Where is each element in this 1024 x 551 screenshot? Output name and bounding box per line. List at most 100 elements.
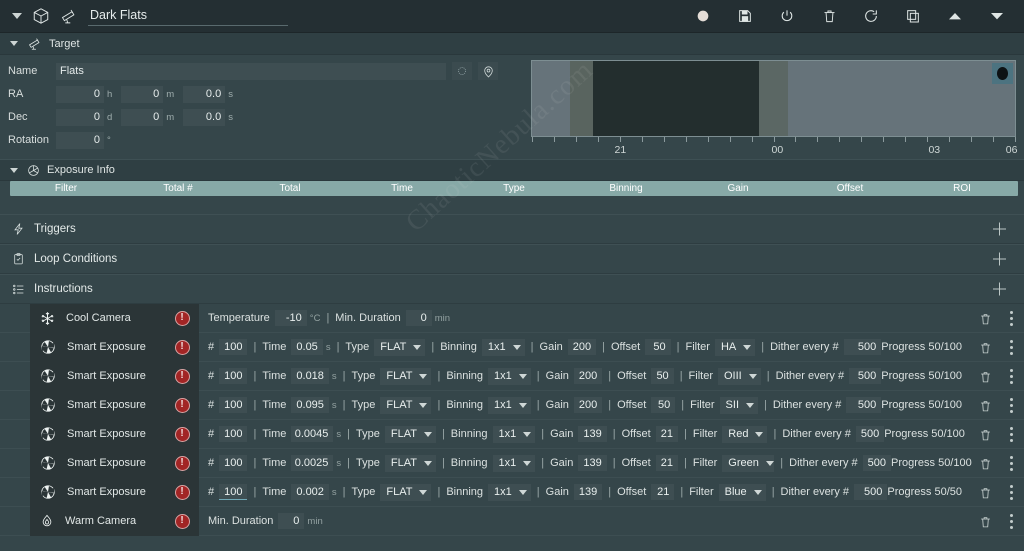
binning-select[interactable]: 1x1 — [488, 483, 531, 501]
gain-input[interactable]: 200 — [567, 339, 597, 355]
image-type-select[interactable]: FLAT — [380, 483, 432, 501]
gain-input[interactable]: 200 — [573, 368, 603, 384]
offset-input[interactable]: 50 — [645, 339, 671, 355]
warning-icon[interactable]: ! — [174, 397, 190, 413]
altitude-timeline-chart[interactable]: 21 00 03 06 — [531, 60, 1017, 156]
filter-select[interactable]: HA — [714, 338, 756, 356]
ra-hours-input[interactable]: 0 — [56, 85, 104, 103]
warning-icon[interactable]: ! — [174, 368, 190, 384]
instruction-menu-button[interactable] — [1010, 514, 1014, 530]
exposure-column-header[interactable]: Total — [234, 183, 346, 194]
collapse-up-icon[interactable] — [946, 7, 964, 25]
chevron-down-icon[interactable] — [512, 344, 521, 350]
exposure-column-header[interactable]: Filter — [10, 183, 122, 194]
instruction-menu-button[interactable] — [1010, 485, 1014, 501]
binning-select[interactable]: 1x1 — [492, 454, 536, 472]
instruction-menu-button[interactable] — [1010, 369, 1014, 385]
loop-conditions-section[interactable]: Loop Conditions — [0, 244, 1024, 274]
dither-input[interactable]: 500 — [855, 426, 885, 442]
expand-down-icon[interactable] — [988, 7, 1006, 25]
chevron-down-icon[interactable] — [748, 373, 757, 379]
exposure-time-input[interactable]: 0.095 — [291, 397, 329, 413]
delete-instruction-button[interactable] — [979, 312, 992, 326]
trash-icon[interactable] — [820, 7, 838, 25]
chevron-down-icon[interactable] — [419, 373, 428, 379]
instruction-menu-button[interactable] — [1010, 340, 1014, 356]
instructions-section[interactable]: Instructions — [0, 274, 1024, 304]
search-target-button[interactable] — [452, 62, 472, 80]
delete-instruction-button[interactable] — [979, 370, 992, 384]
instruction-row[interactable]: Smart Exposure! #100 | Time 0.002 s | Type FLAT |… — [0, 477, 1024, 507]
binning-select[interactable]: 1x1 — [488, 367, 531, 385]
dither-input[interactable]: 500 — [862, 455, 891, 471]
dither-input[interactable]: 500 — [849, 368, 882, 384]
image-type-select[interactable]: FLAT — [380, 396, 432, 414]
exposure-time-input[interactable]: 0.0025 — [291, 455, 334, 471]
chevron-down-icon[interactable] — [523, 460, 532, 466]
exposure-column-header[interactable]: Time — [346, 183, 458, 194]
offset-input[interactable]: 21 — [655, 455, 678, 471]
rotation-input[interactable]: 0 — [56, 131, 104, 149]
field-input[interactable]: -10 — [274, 310, 307, 326]
exposure-count-input[interactable]: 100 — [219, 368, 248, 384]
warning-icon[interactable]: ! — [174, 484, 190, 500]
ra-minutes-input[interactable]: 0 — [121, 85, 164, 103]
reset-icon[interactable] — [862, 7, 880, 25]
chevron-down-icon[interactable] — [518, 402, 527, 408]
exposure-column-header[interactable]: Type — [458, 183, 570, 194]
instruction-menu-button[interactable] — [1010, 311, 1014, 327]
offset-input[interactable]: 21 — [655, 426, 678, 442]
exposure-count-input[interactable]: 100 — [219, 455, 248, 471]
chevron-down-icon[interactable] — [765, 460, 774, 466]
offset-input[interactable]: 50 — [651, 368, 674, 384]
offset-input[interactable]: 21 — [651, 484, 675, 500]
exposure-column-header[interactable]: Gain — [682, 183, 794, 194]
target-section-header[interactable]: Target — [0, 33, 1024, 55]
filter-select[interactable]: Green — [722, 454, 775, 472]
warning-icon[interactable]: ! — [174, 426, 190, 442]
power-icon[interactable] — [778, 7, 796, 25]
warning-icon[interactable]: ! — [174, 513, 190, 529]
chevron-down-icon[interactable] — [755, 431, 764, 437]
filter-select[interactable]: OIII — [718, 367, 761, 385]
binning-select[interactable]: 1x1 — [488, 396, 531, 414]
instruction-row[interactable]: Smart Exposure! #100 | Time 0.0025 s | Type FLAT… — [0, 448, 1024, 478]
chevron-down-icon[interactable] — [743, 344, 752, 350]
filter-select[interactable]: Blue — [718, 483, 766, 501]
chevron-down-icon[interactable] — [746, 402, 754, 408]
gain-input[interactable]: 200 — [573, 397, 603, 413]
instruction-row[interactable]: Smart Exposure! #100 | Time 0.018 s | Type FLAT |… — [0, 361, 1024, 391]
chevron-down-icon[interactable] — [523, 431, 532, 437]
field-input[interactable]: 0 — [405, 310, 432, 326]
exposure-time-input[interactable]: 0.0045 — [291, 426, 334, 442]
exposure-column-header[interactable]: ROI — [906, 183, 1018, 194]
target-name-input[interactable]: Flats — [56, 62, 446, 80]
chevron-down-icon[interactable] — [753, 489, 762, 495]
dec-minutes-input[interactable]: 0 — [121, 108, 164, 126]
image-type-select[interactable]: FLAT — [384, 425, 436, 443]
exposure-column-header[interactable]: Binning — [570, 183, 682, 194]
location-pin-button[interactable] — [478, 62, 498, 80]
delete-instruction-button[interactable] — [979, 486, 992, 500]
sequence-title[interactable]: Dark Flats — [88, 6, 288, 26]
add-instruction-button[interactable] — [993, 282, 1006, 296]
instruction-menu-button[interactable] — [1010, 427, 1014, 443]
chevron-down-icon[interactable] — [419, 489, 428, 495]
collapse-caret-icon[interactable] — [12, 13, 22, 19]
record-icon[interactable] — [694, 7, 712, 25]
dec-seconds-input[interactable]: 0.0 — [183, 108, 226, 126]
instruction-row[interactable]: Cool Camera! Temperature -10 °C | Min. Durati… — [0, 303, 1024, 333]
delete-instruction-button[interactable] — [979, 457, 992, 471]
exposure-column-header[interactable]: Total # — [122, 183, 234, 194]
instruction-row[interactable]: Warm Camera! Min. Duration 0 min — [0, 506, 1024, 536]
image-type-select[interactable]: FLAT — [384, 454, 436, 472]
binning-select[interactable]: 1x1 — [492, 425, 536, 443]
warning-icon[interactable]: ! — [174, 339, 190, 355]
offset-input[interactable]: 50 — [651, 397, 676, 413]
copy-icon[interactable] — [904, 7, 922, 25]
filter-select[interactable]: Red — [722, 425, 768, 443]
exposure-time-input[interactable]: 0.002 — [291, 484, 329, 500]
chevron-down-icon[interactable] — [518, 489, 527, 495]
triggers-section[interactable]: Triggers — [0, 214, 1024, 244]
chevron-down-icon[interactable] — [10, 167, 18, 173]
